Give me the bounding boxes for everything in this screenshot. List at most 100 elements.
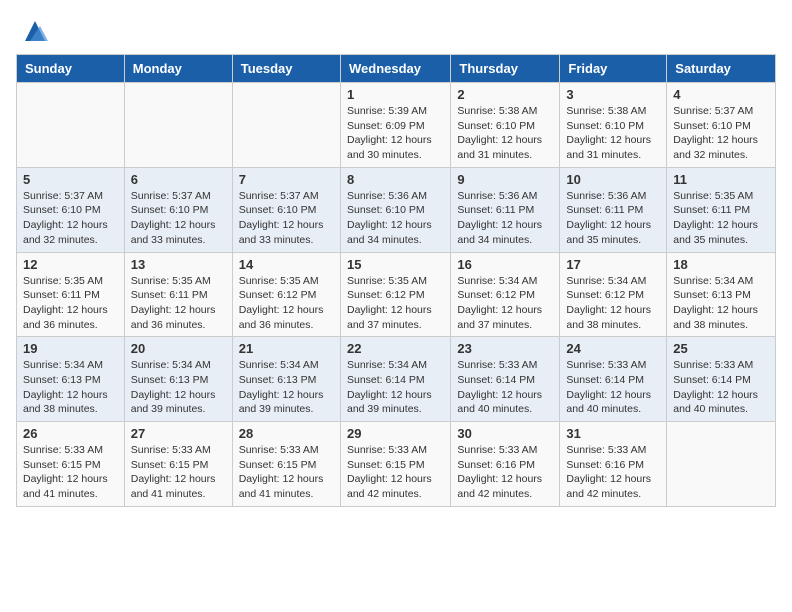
logo-icon (20, 16, 50, 46)
calendar-table: SundayMondayTuesdayWednesdayThursdayFrid… (16, 54, 776, 507)
header-friday: Friday (560, 55, 667, 83)
day-info: Sunrise: 5:34 AMSunset: 6:13 PMDaylight:… (239, 358, 334, 417)
day-info: Sunrise: 5:33 AMSunset: 6:16 PMDaylight:… (457, 443, 553, 502)
day-cell: 12 Sunrise: 5:35 AMSunset: 6:11 PMDayligh… (17, 252, 125, 337)
day-number: 29 (347, 426, 444, 441)
day-info: Sunrise: 5:33 AMSunset: 6:15 PMDaylight:… (131, 443, 226, 502)
day-info: Sunrise: 5:34 AMSunset: 6:12 PMDaylight:… (566, 274, 660, 333)
day-number: 17 (566, 257, 660, 272)
day-info: Sunrise: 5:37 AMSunset: 6:10 PMDaylight:… (239, 189, 334, 248)
day-number: 14 (239, 257, 334, 272)
day-cell: 24 Sunrise: 5:33 AMSunset: 6:14 PMDayligh… (560, 337, 667, 422)
day-cell: 8 Sunrise: 5:36 AMSunset: 6:10 PMDaylight… (340, 167, 450, 252)
day-cell: 23 Sunrise: 5:33 AMSunset: 6:14 PMDayligh… (451, 337, 560, 422)
day-info: Sunrise: 5:38 AMSunset: 6:10 PMDaylight:… (566, 104, 660, 163)
day-number: 27 (131, 426, 226, 441)
day-info: Sunrise: 5:39 AMSunset: 6:09 PMDaylight:… (347, 104, 444, 163)
day-cell: 19 Sunrise: 5:34 AMSunset: 6:13 PMDayligh… (17, 337, 125, 422)
day-cell: 17 Sunrise: 5:34 AMSunset: 6:12 PMDayligh… (560, 252, 667, 337)
day-number: 1 (347, 87, 444, 102)
day-info: Sunrise: 5:35 AMSunset: 6:12 PMDaylight:… (239, 274, 334, 333)
day-cell: 1 Sunrise: 5:39 AMSunset: 6:09 PMDaylight… (340, 83, 450, 168)
day-info: Sunrise: 5:34 AMSunset: 6:13 PMDaylight:… (23, 358, 118, 417)
day-info: Sunrise: 5:35 AMSunset: 6:11 PMDaylight:… (673, 189, 769, 248)
header-monday: Monday (124, 55, 232, 83)
day-cell: 31Sunrise: 5:33 AMSunset: 6:16 PMDayligh… (560, 422, 667, 507)
day-number: 10 (566, 172, 660, 187)
day-info: Sunrise: 5:37 AMSunset: 6:10 PMDaylight:… (131, 189, 226, 248)
day-cell: 30 Sunrise: 5:33 AMSunset: 6:16 PMDayligh… (451, 422, 560, 507)
day-number: 30 (457, 426, 553, 441)
header-tuesday: Tuesday (232, 55, 340, 83)
day-cell: 13 Sunrise: 5:35 AMSunset: 6:11 PMDayligh… (124, 252, 232, 337)
day-info: Sunrise: 5:34 AMSunset: 6:13 PMDaylight:… (131, 358, 226, 417)
day-info: Sunrise: 5:33 AMSunset: 6:16 PMDaylight:… (566, 443, 660, 502)
day-cell: 16 Sunrise: 5:34 AMSunset: 6:12 PMDayligh… (451, 252, 560, 337)
day-cell: 5 Sunrise: 5:37 AMSunset: 6:10 PMDaylight… (17, 167, 125, 252)
day-number: 9 (457, 172, 553, 187)
day-number: 8 (347, 172, 444, 187)
day-number: 4 (673, 87, 769, 102)
day-cell: 18 Sunrise: 5:34 AMSunset: 6:13 PMDayligh… (667, 252, 776, 337)
day-info: Sunrise: 5:38 AMSunset: 6:10 PMDaylight:… (457, 104, 553, 163)
week-row-2: 5 Sunrise: 5:37 AMSunset: 6:10 PMDaylight… (17, 167, 776, 252)
day-cell: 21 Sunrise: 5:34 AMSunset: 6:13 PMDayligh… (232, 337, 340, 422)
day-info: Sunrise: 5:34 AMSunset: 6:13 PMDaylight:… (673, 274, 769, 333)
day-number: 16 (457, 257, 553, 272)
day-cell: 26 Sunrise: 5:33 AMSunset: 6:15 PMDayligh… (17, 422, 125, 507)
day-cell: 10 Sunrise: 5:36 AMSunset: 6:11 PMDayligh… (560, 167, 667, 252)
week-row-3: 12 Sunrise: 5:35 AMSunset: 6:11 PMDayligh… (17, 252, 776, 337)
day-cell: 22 Sunrise: 5:34 AMSunset: 6:14 PMDayligh… (340, 337, 450, 422)
day-cell: 6 Sunrise: 5:37 AMSunset: 6:10 PMDaylight… (124, 167, 232, 252)
day-cell: 29 Sunrise: 5:33 AMSunset: 6:15 PMDayligh… (340, 422, 450, 507)
day-info: Sunrise: 5:35 AMSunset: 6:11 PMDaylight:… (23, 274, 118, 333)
day-number: 6 (131, 172, 226, 187)
day-number: 5 (23, 172, 118, 187)
day-info: Sunrise: 5:33 AMSunset: 6:14 PMDaylight:… (673, 358, 769, 417)
day-info: Sunrise: 5:36 AMSunset: 6:11 PMDaylight:… (566, 189, 660, 248)
day-info: Sunrise: 5:34 AMSunset: 6:14 PMDaylight:… (347, 358, 444, 417)
header-thursday: Thursday (451, 55, 560, 83)
day-info: Sunrise: 5:35 AMSunset: 6:11 PMDaylight:… (131, 274, 226, 333)
day-cell (17, 83, 125, 168)
day-number: 12 (23, 257, 118, 272)
day-number: 24 (566, 341, 660, 356)
day-info: Sunrise: 5:37 AMSunset: 6:10 PMDaylight:… (673, 104, 769, 163)
day-cell (124, 83, 232, 168)
day-cell: 14 Sunrise: 5:35 AMSunset: 6:12 PMDayligh… (232, 252, 340, 337)
day-number: 22 (347, 341, 444, 356)
day-cell: 3Sunrise: 5:38 AMSunset: 6:10 PMDaylight… (560, 83, 667, 168)
day-info: Sunrise: 5:33 AMSunset: 6:14 PMDaylight:… (457, 358, 553, 417)
day-number: 13 (131, 257, 226, 272)
week-row-4: 19 Sunrise: 5:34 AMSunset: 6:13 PMDayligh… (17, 337, 776, 422)
day-cell: 27 Sunrise: 5:33 AMSunset: 6:15 PMDayligh… (124, 422, 232, 507)
day-info: Sunrise: 5:33 AMSunset: 6:15 PMDaylight:… (347, 443, 444, 502)
day-info: Sunrise: 5:36 AMSunset: 6:10 PMDaylight:… (347, 189, 444, 248)
day-number: 28 (239, 426, 334, 441)
day-info: Sunrise: 5:36 AMSunset: 6:11 PMDaylight:… (457, 189, 553, 248)
day-cell: 2 Sunrise: 5:38 AMSunset: 6:10 PMDaylight… (451, 83, 560, 168)
day-number: 18 (673, 257, 769, 272)
day-cell: 25 Sunrise: 5:33 AMSunset: 6:14 PMDayligh… (667, 337, 776, 422)
day-cell (667, 422, 776, 507)
day-info: Sunrise: 5:34 AMSunset: 6:12 PMDaylight:… (457, 274, 553, 333)
header-saturday: Saturday (667, 55, 776, 83)
day-number: 11 (673, 172, 769, 187)
day-number: 2 (457, 87, 553, 102)
day-number: 19 (23, 341, 118, 356)
day-info: Sunrise: 5:33 AMSunset: 6:15 PMDaylight:… (23, 443, 118, 502)
header-wednesday: Wednesday (340, 55, 450, 83)
day-number: 25 (673, 341, 769, 356)
day-cell: 20Sunrise: 5:34 AMSunset: 6:13 PMDayligh… (124, 337, 232, 422)
day-info: Sunrise: 5:33 AMSunset: 6:15 PMDaylight:… (239, 443, 334, 502)
header-row: SundayMondayTuesdayWednesdayThursdayFrid… (17, 55, 776, 83)
page-header (16, 16, 776, 46)
day-number: 23 (457, 341, 553, 356)
header-sunday: Sunday (17, 55, 125, 83)
day-info: Sunrise: 5:37 AMSunset: 6:10 PMDaylight:… (23, 189, 118, 248)
day-number: 21 (239, 341, 334, 356)
day-cell (232, 83, 340, 168)
day-number: 26 (23, 426, 118, 441)
day-info: Sunrise: 5:33 AMSunset: 6:14 PMDaylight:… (566, 358, 660, 417)
day-cell: 4 Sunrise: 5:37 AMSunset: 6:10 PMDaylight… (667, 83, 776, 168)
